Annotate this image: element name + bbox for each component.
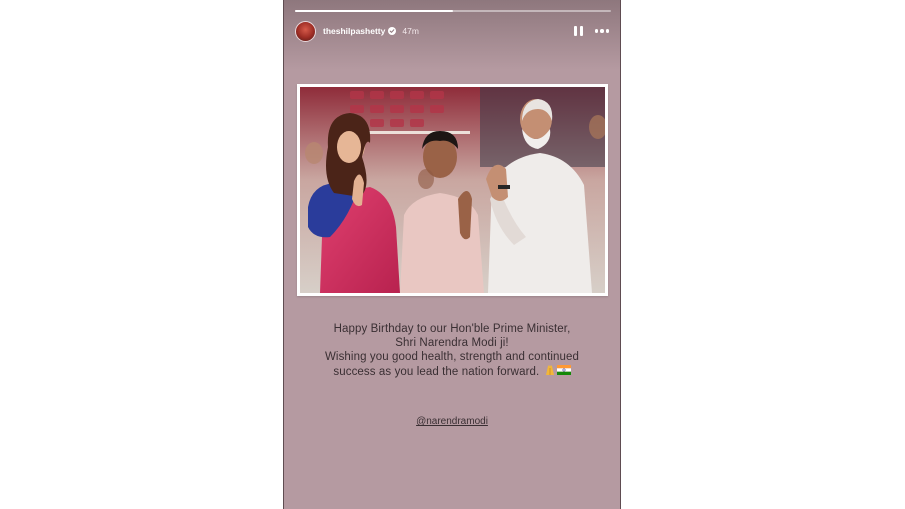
story-progress-fill [295, 10, 453, 12]
story-photo [297, 84, 608, 296]
caption-line-4-wrap: success as you lead the nation forward. [284, 364, 620, 380]
verified-badge-icon [388, 27, 397, 35]
story-viewer[interactable]: theshilpashetty 47m Happy Birthday to ou… [283, 0, 621, 509]
more-options-icon[interactable] [594, 29, 609, 33]
caption-line-4: success as you lead the nation forward. [333, 366, 540, 379]
caption-line-3: Wishing you good health, strength and co… [324, 351, 580, 363]
story-progress-bar [295, 10, 611, 12]
india-flag-emoji [556, 365, 571, 379]
folded-hands-emoji [543, 364, 557, 380]
caption-line-1: Happy Birthday to our Hon'ble Prime Mini… [333, 323, 571, 335]
story-caption: Happy Birthday to our Hon'ble Prime Mini… [284, 322, 620, 380]
story-header: theshilpashetty 47m [295, 19, 609, 43]
avatar[interactable] [295, 20, 316, 42]
username[interactable]: theshilpashetty [323, 26, 385, 36]
caption-line-2: Shri Narendra Modi ji! [395, 337, 509, 349]
mention-link[interactable]: @narendramodi [284, 416, 620, 427]
post-time: 47m [402, 26, 419, 36]
pause-icon[interactable] [573, 25, 585, 37]
photo-image [300, 87, 605, 293]
